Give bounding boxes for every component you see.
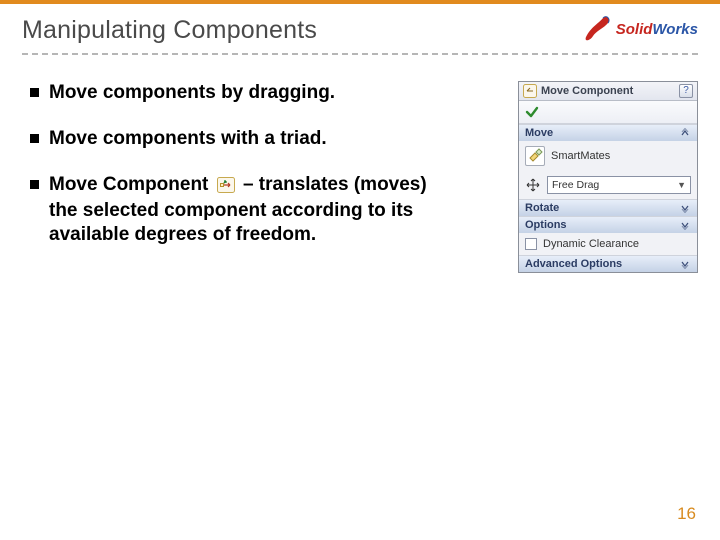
section-label: Options — [525, 219, 567, 231]
panel-section-advanced: Advanced Options — [519, 255, 697, 272]
expand-icon — [679, 258, 691, 270]
section-header-move[interactable]: Move — [519, 125, 697, 141]
header: Manipulating Components SolidWorks — [0, 4, 720, 53]
dynamic-clearance-checkbox[interactable] — [525, 238, 537, 250]
bullet-item: Move Component – translates (moves) the … — [30, 173, 460, 247]
bullet-text: Move components by dragging. — [49, 81, 460, 105]
solidworks-logo: SolidWorks — [584, 14, 698, 44]
section-label: Rotate — [525, 202, 559, 214]
move-component-icon — [523, 84, 537, 98]
section-label: Move — [525, 127, 553, 139]
page-title: Manipulating Components — [22, 16, 317, 45]
ok-button[interactable] — [524, 104, 540, 120]
section-header-rotate[interactable]: Rotate — [519, 200, 697, 216]
bullet-item: Move components by dragging. — [30, 81, 460, 105]
free-drag-icon — [525, 177, 541, 193]
bullet-square-icon — [30, 134, 39, 143]
logo-text: SolidWorks — [616, 21, 698, 38]
expand-icon — [679, 202, 691, 214]
bullet-item: Move components with a triad. — [30, 127, 460, 151]
section-label: Advanced Options — [525, 258, 622, 270]
panel-section-options: Options Dynamic Clearance — [519, 216, 697, 255]
panel-title: Move Component — [541, 85, 675, 97]
slide: Manipulating Components SolidWorks Move … — [0, 0, 720, 540]
body: Move components by dragging. Move compon… — [0, 55, 720, 273]
panel-help-button[interactable]: ? — [679, 84, 693, 98]
logo-text-works: Works — [652, 21, 698, 38]
collapse-icon — [679, 127, 691, 139]
section-body-move: SmartMates Free Drag ▼ — [519, 141, 697, 199]
panel-confirm-row — [519, 101, 697, 124]
drag-mode-row: Free Drag ▼ — [525, 176, 691, 194]
dynamic-clearance-label: Dynamic Clearance — [543, 238, 639, 250]
bullet-text: Move Component – translates (moves) the … — [49, 173, 460, 247]
bullet-square-icon — [30, 180, 39, 189]
section-body-options: Dynamic Clearance — [519, 233, 697, 255]
property-panel: Move Component ? Move — [518, 81, 698, 273]
section-header-options[interactable]: Options — [519, 217, 697, 233]
bullet-text: Move components with a triad. — [49, 127, 460, 151]
section-header-advanced[interactable]: Advanced Options — [519, 256, 697, 272]
smartmates-label: SmartMates — [551, 150, 610, 162]
bullet-square-icon — [30, 88, 39, 97]
panel-section-move: Move SmartMates — [519, 124, 697, 199]
page-number: 16 — [677, 504, 696, 524]
bullet-list: Move components by dragging. Move compon… — [30, 81, 502, 273]
dropdown-caret-icon: ▼ — [677, 180, 686, 190]
move-component-icon — [217, 176, 235, 200]
panel-titlebar: Move Component ? — [519, 82, 697, 101]
drag-mode-value: Free Drag — [552, 179, 599, 191]
ds-logo-icon — [584, 14, 612, 44]
drag-mode-select[interactable]: Free Drag ▼ — [547, 176, 691, 194]
smartmates-row: SmartMates — [525, 146, 691, 166]
smartmates-button[interactable] — [525, 146, 545, 166]
panel-section-rotate: Rotate — [519, 199, 697, 216]
logo-text-solid: Solid — [616, 21, 653, 38]
bullet-lead: Move Component — [49, 174, 214, 195]
expand-icon — [679, 219, 691, 231]
